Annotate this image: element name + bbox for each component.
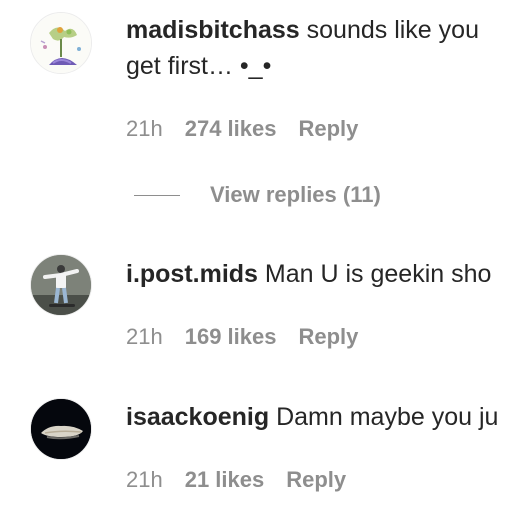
comment-meta: 21h 169 likes Reply [126, 324, 358, 350]
view-replies-label: View replies (11) [210, 182, 381, 207]
comment-likes[interactable]: 21 likes [185, 467, 265, 493]
comment-text-continued: get first… •_• [126, 48, 271, 84]
avatar[interactable] [30, 254, 92, 316]
comment-meta: 21h 274 likes Reply [126, 116, 358, 142]
comment-time: 21h [126, 116, 163, 141]
avatar[interactable] [30, 12, 92, 74]
comment-body-line1: Man U is geekin sho [264, 260, 492, 288]
comment-text: madisbitchass sounds like you [126, 12, 479, 48]
avatar[interactable] [30, 398, 92, 460]
reply-button[interactable]: Reply [298, 116, 358, 142]
comments-panel: madisbitchass sounds like you get first…… [0, 0, 520, 520]
comment-body-line1: Damn maybe you ju [276, 403, 499, 431]
avatar-drawing-icon [31, 13, 91, 73]
comment-username[interactable]: isaackoenig [126, 403, 269, 431]
comment-text: isaackoenig Damn maybe you ju [126, 399, 498, 435]
comment-meta: 21h 21 likes Reply [126, 467, 346, 493]
reply-button[interactable]: Reply [298, 324, 358, 350]
comment-body-line1: sounds like you [306, 16, 479, 44]
reply-button[interactable]: Reply [286, 467, 346, 493]
comment-username[interactable]: i.post.mids [126, 260, 258, 288]
comment-text: i.post.mids Man U is geekin sho [126, 256, 491, 292]
comment-time: 21h [126, 467, 163, 492]
view-replies-divider [134, 194, 180, 196]
comment-body-line2: get first… •_• [126, 52, 272, 80]
avatar-shoe-icon [31, 399, 91, 459]
comment-time: 21h [126, 324, 163, 349]
comment-likes[interactable]: 274 likes [185, 116, 277, 142]
comment-likes[interactable]: 169 likes [185, 324, 277, 350]
avatar-skater-icon [31, 255, 91, 315]
comment-username[interactable]: madisbitchass [126, 16, 300, 44]
view-replies-button[interactable]: View replies (11) [134, 182, 381, 208]
